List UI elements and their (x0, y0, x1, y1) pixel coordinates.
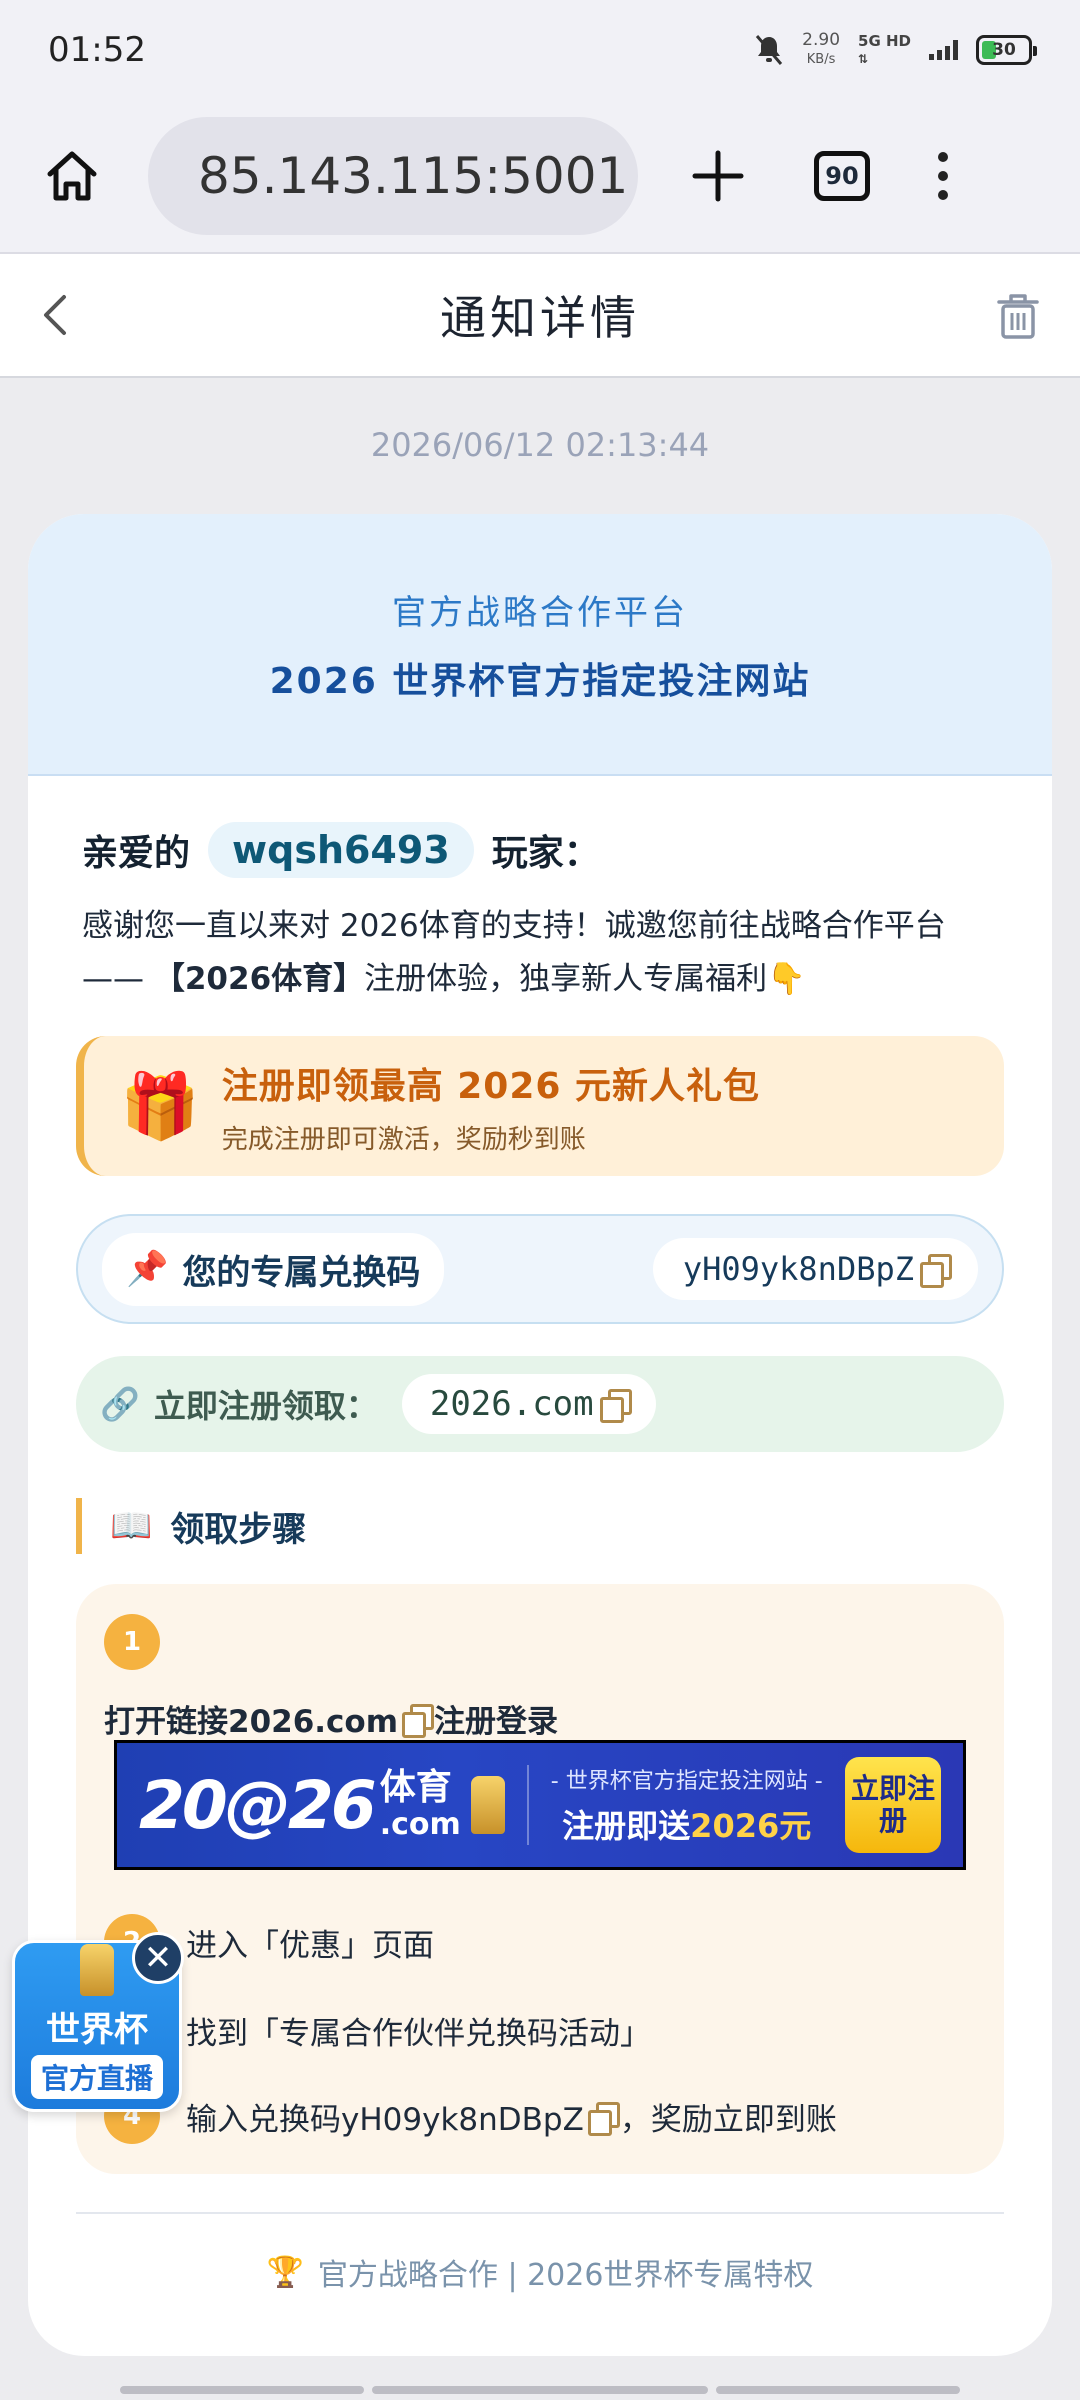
trophy-icon: 🏆 (266, 2254, 304, 2290)
close-icon[interactable]: ✕ (132, 1932, 184, 1984)
step-item: 输入兑换码yH09yk8nDBpZ ，奖励立即到账 (186, 2101, 837, 2138)
page-indicator (372, 2386, 708, 2394)
status-bar: 01:52 2.90 KB/s 5G HD ⇅ 30 (0, 0, 1080, 100)
redeem-code-box: 📌 您的专属兑换码 yH09yk8nDBpZ (76, 1214, 1004, 1324)
ad-logo: 20@26 (139, 1766, 377, 1844)
page-header: 通知详情 (0, 252, 1080, 378)
new-tab-button[interactable] (678, 136, 758, 216)
register-link-box: 🔗 立即注册领取： 2026.com (76, 1356, 1004, 1452)
battery-icon: 30 (976, 35, 1037, 65)
chevron-left-icon (44, 295, 66, 335)
trash-icon (997, 294, 1039, 339)
net-speed: 2.90 KB/s (802, 30, 841, 67)
gift-title: 注册即领最高 2026 元新人礼包 (221, 1065, 760, 1107)
greeting: 亲爱的 wqsh6493 玩家： (82, 822, 600, 878)
delete-button[interactable] (992, 290, 1044, 342)
trophy-icon (470, 1776, 505, 1834)
username-badge: wqsh6493 (208, 822, 474, 878)
status-time: 01:52 (48, 30, 146, 70)
plus-icon (692, 150, 744, 202)
step-item: 找到「专属合作伙伴兑换码活动」 (186, 2016, 651, 2052)
register-link[interactable]: 2026.com (401, 1374, 656, 1434)
notification-timestamp: 2026/06/12 02:13:44 (370, 426, 710, 464)
redeem-code-label: 📌 您的专属兑换码 (102, 1232, 445, 1306)
home-icon (47, 151, 97, 201)
step-item: 打开链接2026.com 注册登录 (104, 1703, 559, 1740)
gift-subtitle: 完成注册即可激活，奖励秒到账 (221, 1124, 586, 1155)
steps-heading: 📖 领取步骤 (76, 1498, 306, 1554)
page-indicator (120, 2386, 364, 2394)
link-icon: 🔗 (100, 1385, 140, 1423)
tab-switcher-button[interactable]: 90 (814, 151, 870, 201)
gift-icon: 🎁 (120, 1069, 200, 1144)
page-title: 通知详情 (440, 291, 640, 345)
redeem-code-value[interactable]: yH09yk8nDBpZ (652, 1238, 978, 1300)
card-footer: 🏆 官方战略合作 | 2026世界杯专属特权 (76, 2212, 1004, 2294)
steps-list: 1 打开链接2026.com 注册登录 20@26 体育 .com - 世界杯官… (76, 1584, 1004, 2174)
pin-icon: 📌 (126, 1249, 169, 1289)
gift-promo: 🎁 注册即领最高 2026 元新人礼包 完成注册即可激活，奖励秒到账 (76, 1036, 1004, 1176)
back-button[interactable] (30, 290, 80, 340)
page-indicator (716, 2386, 960, 2394)
copy-icon[interactable] (599, 1389, 632, 1423)
home-button[interactable] (32, 136, 112, 216)
intro-text: 感谢您一直以来对 2026体育的支持！诚邀您前往战略合作平台 —— 【2026体… (82, 908, 946, 997)
ad-banner[interactable]: 20@26 体育 .com - 世界杯官方指定投注网站 - 注册即送2026元 … (114, 1740, 966, 1870)
browser-toolbar: 85.143.115:5001 90 (0, 100, 1080, 252)
step-item: 进入「优惠」页面 (186, 1928, 434, 1964)
more-menu-button[interactable] (938, 152, 948, 200)
card-banner: 官方战略合作平台 2026 世界杯官方指定投注网站 (28, 514, 1052, 776)
step-number: 1 (104, 1614, 160, 1670)
url-text[interactable]: 85.143.115:5001 (198, 147, 628, 205)
ad-register-button[interactable]: 立即注册 (845, 1757, 941, 1853)
banner-title: 2026 世界杯官方指定投注网站 (269, 660, 811, 702)
address-bar[interactable]: 85.143.115:5001 (148, 117, 638, 235)
register-link-label: 🔗 立即注册领取： (100, 1385, 378, 1425)
copy-icon[interactable] (402, 1703, 435, 1738)
mute-icon (756, 35, 783, 65)
status-icons: 2.90 KB/s 5G HD ⇅ 30 (754, 30, 1037, 70)
banner-subtitle: 官方战略合作平台 (392, 592, 688, 633)
copy-icon[interactable] (920, 1254, 952, 1288)
signal-icon (929, 40, 958, 60)
copy-icon[interactable] (587, 2101, 620, 2136)
network-type: 5G HD ⇅ (858, 32, 911, 66)
trophy-icon (80, 1944, 114, 1996)
book-icon: 📖 (110, 1506, 153, 1546)
